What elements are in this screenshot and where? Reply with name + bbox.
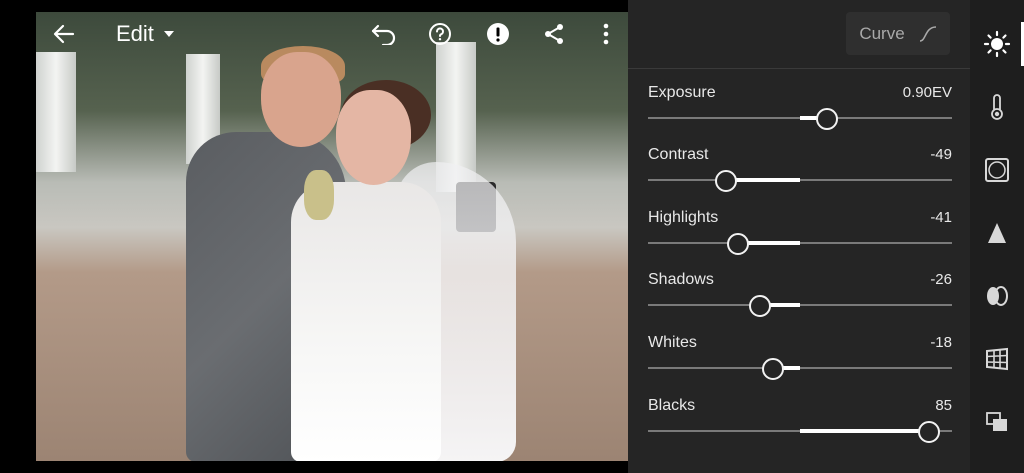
highlights-slider-row: Highlights -41: [648, 209, 952, 269]
back-arrow-icon: [53, 24, 75, 44]
detail-icon: [988, 223, 1006, 243]
light-adjustments-panel: Curve Exposure 0.90EV Contrast -49 Highl…: [628, 0, 970, 473]
curve-button[interactable]: Curve: [846, 12, 950, 55]
versions-icon: [986, 412, 1007, 431]
color-tool-button[interactable]: [970, 82, 1024, 132]
optics-tool-button[interactable]: [970, 271, 1024, 321]
exposure-value[interactable]: 0.90EV: [903, 84, 952, 101]
alert-button[interactable]: [480, 12, 516, 56]
highlights-value[interactable]: -41: [930, 209, 952, 226]
bride-figure: [291, 182, 441, 461]
whites-thumb[interactable]: [761, 358, 784, 380]
highlights-label: Highlights: [648, 209, 719, 226]
undo-icon: [371, 24, 396, 45]
blacks-label: Blacks: [648, 397, 696, 414]
edit-mode-label: Edit: [116, 21, 154, 46]
light-icon: [983, 30, 1011, 58]
curve-label: Curve: [859, 23, 905, 43]
share-icon: [545, 24, 563, 44]
optics-icon: [987, 286, 1008, 306]
share-button[interactable]: [536, 12, 572, 56]
curve-icon: [919, 25, 936, 42]
contrast-track[interactable]: [648, 179, 952, 181]
more-vertical-icon: [603, 23, 609, 45]
light-tool-button[interactable]: [970, 19, 1024, 69]
blacks-value[interactable]: 85: [935, 397, 952, 414]
shadows-value[interactable]: -26: [930, 271, 952, 288]
geometry-icon: [986, 347, 1008, 371]
detail-tool-button[interactable]: [970, 208, 1024, 258]
photo-canvas[interactable]: [36, 12, 628, 461]
help-icon: [429, 23, 451, 45]
background-pillar: [36, 52, 76, 172]
contrast-value[interactable]: -49: [930, 146, 952, 163]
caret-down-icon: [163, 31, 174, 37]
shadows-thumb[interactable]: [749, 295, 772, 317]
exposure-label: Exposure: [648, 84, 716, 101]
more-options-button[interactable]: [592, 12, 620, 56]
edit-tools-strip: [970, 0, 1024, 473]
contrast-fill: [725, 178, 800, 182]
versions-tool-button[interactable]: [970, 397, 1024, 447]
shadows-track[interactable]: [648, 304, 952, 306]
contrast-thumb[interactable]: [714, 170, 737, 192]
highlights-track[interactable]: [648, 242, 952, 244]
bride-head: [336, 90, 411, 185]
geometry-tool-button[interactable]: [970, 334, 1024, 384]
shadows-label: Shadows: [648, 271, 714, 288]
exposure-thumb[interactable]: [816, 108, 839, 130]
top-toolbar: Edit: [36, 12, 628, 56]
blacks-slider-row: Blacks 85: [648, 397, 952, 457]
contrast-slider-row: Contrast -49: [648, 146, 952, 206]
blacks-thumb[interactable]: [918, 421, 941, 443]
exposure-slider-row: Exposure 0.90EV: [648, 84, 952, 144]
groom-head: [261, 52, 341, 147]
effects-icon: [985, 158, 1009, 182]
help-button[interactable]: [422, 12, 458, 56]
edit-mode-dropdown[interactable]: Edit: [116, 12, 174, 56]
effects-tool-button[interactable]: [970, 145, 1024, 195]
color-icon: [991, 94, 1003, 120]
back-button[interactable]: [46, 12, 82, 56]
highlights-thumb[interactable]: [726, 233, 749, 255]
whites-label: Whites: [648, 334, 697, 351]
bouquet: [304, 170, 334, 220]
undo-button[interactable]: [364, 12, 404, 56]
panel-header: Curve: [628, 0, 970, 69]
alert-icon: [487, 23, 509, 45]
whites-value[interactable]: -18: [930, 334, 952, 351]
whites-slider-row: Whites -18: [648, 334, 952, 394]
contrast-label: Contrast: [648, 146, 709, 163]
blacks-fill: [800, 429, 930, 433]
whites-track[interactable]: [648, 367, 952, 369]
shadows-slider-row: Shadows -26: [648, 271, 952, 331]
